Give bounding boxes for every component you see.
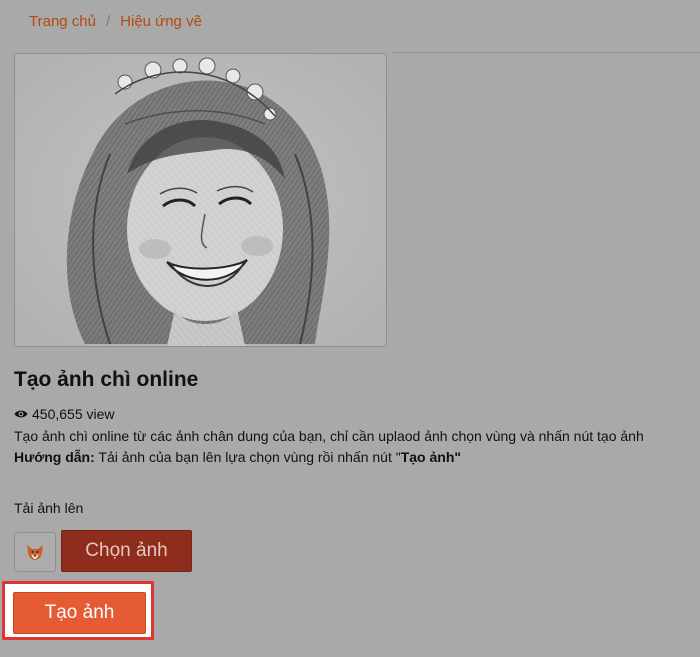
instructions: Hướng dẫn: Tải ảnh của bạn lên lựa chọn … [14,447,461,467]
create-image-button[interactable]: Tạo ảnh [13,592,146,634]
page-title: Tạo ảnh chì online [14,368,199,391]
page: Trang chủ / Hiệu ứng vẽ Tạo ảnh chì onli… [0,0,700,657]
instructions-text: Tải ảnh của bạn lên lựa chọn vùng rồi nh… [94,449,401,465]
instructions-button-name: Tạo ảnh [400,449,455,465]
instructions-label: Hướng dẫn: [14,449,95,465]
eye-icon [14,410,28,418]
breadcrumb-current-link[interactable]: Hiệu ứng vẽ [120,12,202,32]
upload-thumbnail[interactable] [14,532,56,572]
view-count: 450,655 view [14,404,115,424]
breadcrumb-home-link[interactable]: Trang chủ [29,12,96,32]
choose-image-button[interactable]: Chọn ảnh [61,530,192,572]
upload-label: Tải ảnh lên [14,500,84,516]
pencil-sketch-portrait [15,54,386,346]
breadcrumb: Trang chủ / Hiệu ứng vẽ [29,12,202,32]
fox-icon [27,545,43,560]
divider [392,52,700,53]
effect-description: Tạo ảnh chì online từ các ảnh chân dung … [14,428,644,444]
breadcrumb-separator: / [105,13,111,30]
view-count-text: 450,655 view [32,406,115,422]
effect-preview-image [14,53,387,347]
instructions-end-quote: " [454,449,462,465]
